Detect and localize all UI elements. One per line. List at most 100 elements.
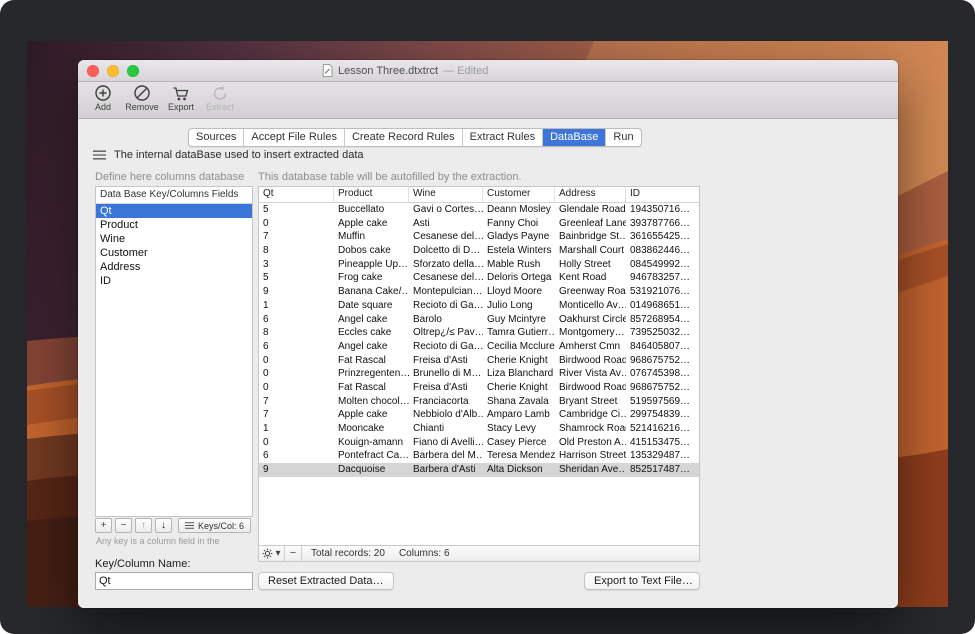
fields-list-header[interactable]: Data Base Key/Columns Fields <box>96 187 252 204</box>
title-bar[interactable]: Lesson Three.dtxtrct — Edited <box>78 60 898 82</box>
table-cell: Cherie Knight <box>483 354 555 368</box>
hamburger-icon <box>93 150 106 160</box>
table-cell: Frog cake <box>334 271 409 285</box>
table-cell: 519597569… <box>626 395 699 409</box>
field-row-qt[interactable]: Qt <box>96 204 252 218</box>
table-row[interactable]: 7Molten chocol…FranciacortaShana ZavalaB… <box>259 395 699 409</box>
minimize-button[interactable] <box>107 65 119 77</box>
close-button[interactable] <box>87 65 99 77</box>
extract-button[interactable]: Extract <box>203 84 237 112</box>
add-field-button[interactable]: + <box>95 518 112 533</box>
key-column-name-label: Key/Column Name: <box>95 558 190 570</box>
table-cell: Cherie Knight <box>483 381 555 395</box>
table-cell: Banana Cake/… <box>334 285 409 299</box>
add-button[interactable]: Add <box>86 84 120 112</box>
table-row[interactable]: 6Angel cakeRecioto di Ga…Cecilia Mcclure… <box>259 340 699 354</box>
table-cell: Gladys Payne <box>483 230 555 244</box>
cart-icon <box>171 84 191 103</box>
table-status-text: Total records: 20 Columns: 6 <box>311 548 450 559</box>
table-cell: 361655425… <box>626 230 699 244</box>
table-row[interactable]: 7MuffinCesanese del…Gladys PayneBainbrid… <box>259 230 699 244</box>
table-cell: Cesanese del… <box>409 271 483 285</box>
table-cell: 968675752… <box>626 381 699 395</box>
column-header-qt[interactable]: Qt <box>259 187 334 202</box>
tab-run[interactable]: Run <box>606 129 640 146</box>
tab-database[interactable]: DataBase <box>543 129 606 146</box>
circle-slash-icon <box>132 84 152 103</box>
table-row[interactable]: 9Banana Cake/…Montepulcian…Lloyd MooreGr… <box>259 285 699 299</box>
table-cell: Greenleaf Lane <box>555 217 626 231</box>
reset-extracted-data-button[interactable]: Reset Extracted Data… <box>258 572 394 590</box>
table-cell: Birdwood Road <box>555 354 626 368</box>
table-row[interactable]: 0Fat RascalFreisa d'AstiCherie KnightBir… <box>259 354 699 368</box>
table-row[interactable]: 0Fat RascalFreisa d'AstiCherie KnightBir… <box>259 381 699 395</box>
table-cell: Franciacorta <box>409 395 483 409</box>
column-header-customer[interactable]: Customer <box>483 187 555 202</box>
field-row-product[interactable]: Product <box>96 218 252 232</box>
table-cell: Prinzregenten… <box>334 367 409 381</box>
table-cell: 083862446… <box>626 244 699 258</box>
column-header-id[interactable]: ID <box>626 187 699 202</box>
table-cell: 0 <box>259 367 334 381</box>
keys-col-label: Keys/Col: 6 <box>198 521 244 531</box>
remove-record-button[interactable]: − <box>285 546 302 561</box>
toolbar: Add Remove Export <box>78 82 898 119</box>
table-cell: Dacquoise <box>334 463 409 477</box>
table-cell: Cecilia Mcclure <box>483 340 555 354</box>
table-cell: Mable Rush <box>483 258 555 272</box>
table-cell: 846405807… <box>626 340 699 354</box>
traffic-lights <box>87 65 139 77</box>
table-row[interactable]: 8Dobos cakeDolcetto di D…Estela WintersM… <box>259 244 699 258</box>
table-cell: Molten chocol… <box>334 395 409 409</box>
table-row[interactable]: 0Kouign-amannFiano di Avelli…Casey Pierc… <box>259 436 699 450</box>
table-row[interactable]: 3Pineapple Up…Sforzato della…Mable RushH… <box>259 258 699 272</box>
tab-bar: SourcesAccept File RulesCreate Record Ru… <box>188 128 642 147</box>
table-row[interactable]: 5BuccellatoGavi o Cortes…Deann MosleyGle… <box>259 203 699 217</box>
table-cell: Montepulcian… <box>409 285 483 299</box>
export-to-text-file-button[interactable]: Export to Text File… <box>584 572 700 590</box>
chevron-down-icon: ▾ <box>275 548 280 559</box>
move-field-up-button[interactable]: ↑ <box>135 518 152 533</box>
column-header-address[interactable]: Address <box>555 187 626 202</box>
table-cell: Cesanese del… <box>409 230 483 244</box>
fields-list-controls: + − ↑ ↓ Keys/Col: 6 <box>95 518 251 533</box>
move-field-down-button[interactable]: ↓ <box>155 518 172 533</box>
field-row-wine[interactable]: Wine <box>96 232 252 246</box>
table-cell: Alta Dickson <box>483 463 555 477</box>
table-row[interactable]: 8Eccles cakeOltrep¿/≤ Pav…Tamra Gutierr…… <box>259 326 699 340</box>
table-row[interactable]: 1Date squareRecioto di Ga…Julio LongMont… <box>259 299 699 313</box>
table-row[interactable]: 7Apple cakeNebbiolo d'Alb…Amparo LambCam… <box>259 408 699 422</box>
field-row-id[interactable]: ID <box>96 274 252 288</box>
table-row[interactable]: 1MooncakeChiantiStacy LevyShamrock Road5… <box>259 422 699 436</box>
table-actions-button[interactable]: ▾ <box>259 546 285 561</box>
table-row[interactable]: 0Prinzregenten…Brunello di M…Liza Blanch… <box>259 367 699 381</box>
tab-accept-file-rules[interactable]: Accept File Rules <box>244 129 345 146</box>
app-window: Lesson Three.dtxtrct — Edited Add Remove <box>78 60 898 608</box>
table-row[interactable]: 5Frog cakeCesanese del…Deloris OrtegaKen… <box>259 271 699 285</box>
tab-sources[interactable]: Sources <box>189 129 244 146</box>
table-cell: Chianti <box>409 422 483 436</box>
table-cell: Marshall Court <box>555 244 626 258</box>
table-cell: 7 <box>259 408 334 422</box>
key-column-name-input[interactable] <box>95 572 253 590</box>
export-button[interactable]: Export <box>164 84 198 112</box>
remove-button[interactable]: Remove <box>125 84 159 112</box>
remove-field-button[interactable]: − <box>115 518 132 533</box>
field-row-address[interactable]: Address <box>96 260 252 274</box>
left-panel-caption: Define here columns database <box>95 171 244 183</box>
table-cell: Fat Rascal <box>334 354 409 368</box>
table-row[interactable]: 9DacquoiseBarbera d'AstiAlta DicksonSher… <box>259 463 699 477</box>
table-row[interactable]: 6Pontefract Ca…Barbera del M…Teresa Mend… <box>259 449 699 463</box>
field-row-customer[interactable]: Customer <box>96 246 252 260</box>
table-row[interactable]: 0Apple cakeAstiFanny ChoiGreenleaf Lane3… <box>259 217 699 231</box>
table-cell: Oltrep¿/≤ Pav… <box>409 326 483 340</box>
table-row[interactable]: 6Angel cakeBaroloGuy McintyreOakhurst Ci… <box>259 313 699 327</box>
zoom-button[interactable] <box>127 65 139 77</box>
table-cell: 0 <box>259 381 334 395</box>
tab-create-record-rules[interactable]: Create Record Rules <box>345 129 463 146</box>
table-cell: 194350716… <box>626 203 699 217</box>
tab-extract-rules[interactable]: Extract Rules <box>463 129 543 146</box>
column-header-product[interactable]: Product <box>334 187 409 202</box>
table-cell: Barolo <box>409 313 483 327</box>
column-header-wine[interactable]: Wine <box>409 187 483 202</box>
